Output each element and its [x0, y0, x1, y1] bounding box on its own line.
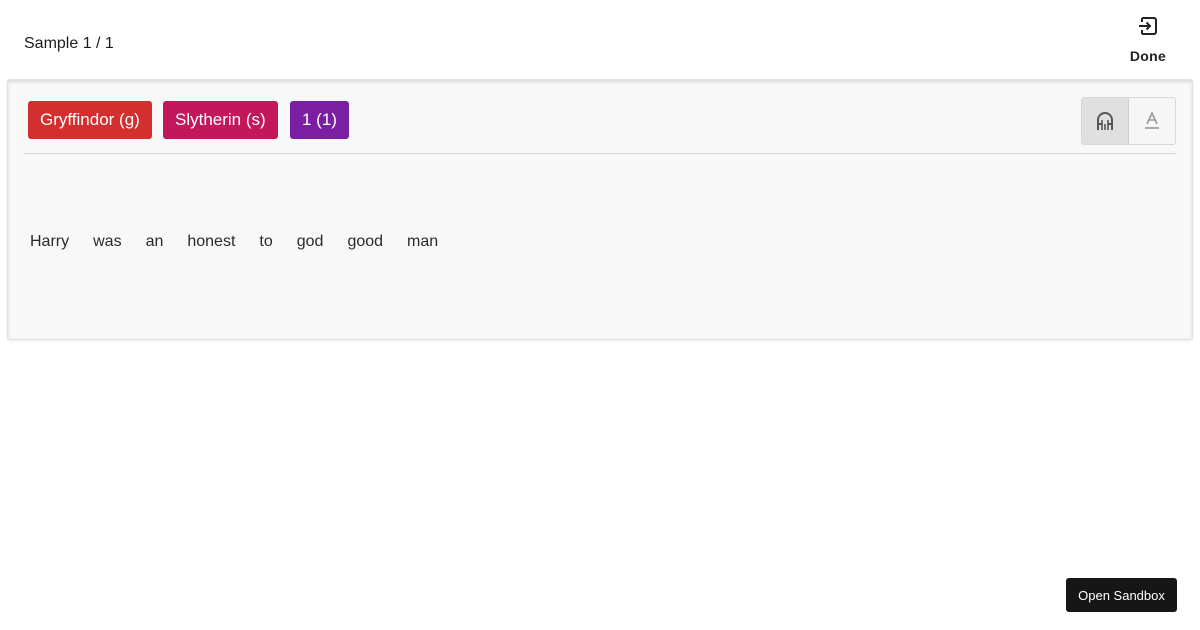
open-sandbox-button[interactable]: Open Sandbox [1066, 578, 1177, 612]
label-button-1[interactable]: 1 (1) [290, 101, 349, 139]
token[interactable]: honest [187, 233, 235, 251]
top-bar: Sample 1 / 1 Done [0, 0, 1200, 80]
token[interactable]: an [146, 233, 164, 251]
token[interactable]: to [259, 233, 272, 251]
exit-to-app-icon [1139, 17, 1157, 35]
done-button[interactable]: Done [1120, 12, 1176, 70]
text-underline-icon [1144, 111, 1159, 129]
mode-button-snap[interactable] [1082, 98, 1129, 144]
label-button-gryffindor[interactable]: Gryffindor (g) [28, 101, 152, 139]
token[interactable]: Harry [30, 233, 69, 251]
magnet-icon [1096, 112, 1113, 130]
sample-counter: Sample 1 / 1 [24, 35, 114, 52]
label-toolbar: Gryffindor (g) Slytherin (s) 1 (1) [24, 80, 1176, 154]
token-list: Harry was an honest to god good man [30, 233, 462, 251]
mode-button-text[interactable] [1129, 98, 1176, 144]
selection-mode-toggle [1081, 97, 1176, 145]
annotation-panel: Gryffindor (g) Slytherin (s) 1 (1) Harry… [8, 80, 1192, 339]
token[interactable]: god [297, 233, 324, 251]
token[interactable]: good [347, 233, 383, 251]
done-label: Done [1129, 48, 1167, 64]
token[interactable]: man [407, 233, 438, 251]
token[interactable]: was [93, 233, 121, 251]
label-button-slytherin[interactable]: Slytherin (s) [163, 101, 278, 139]
